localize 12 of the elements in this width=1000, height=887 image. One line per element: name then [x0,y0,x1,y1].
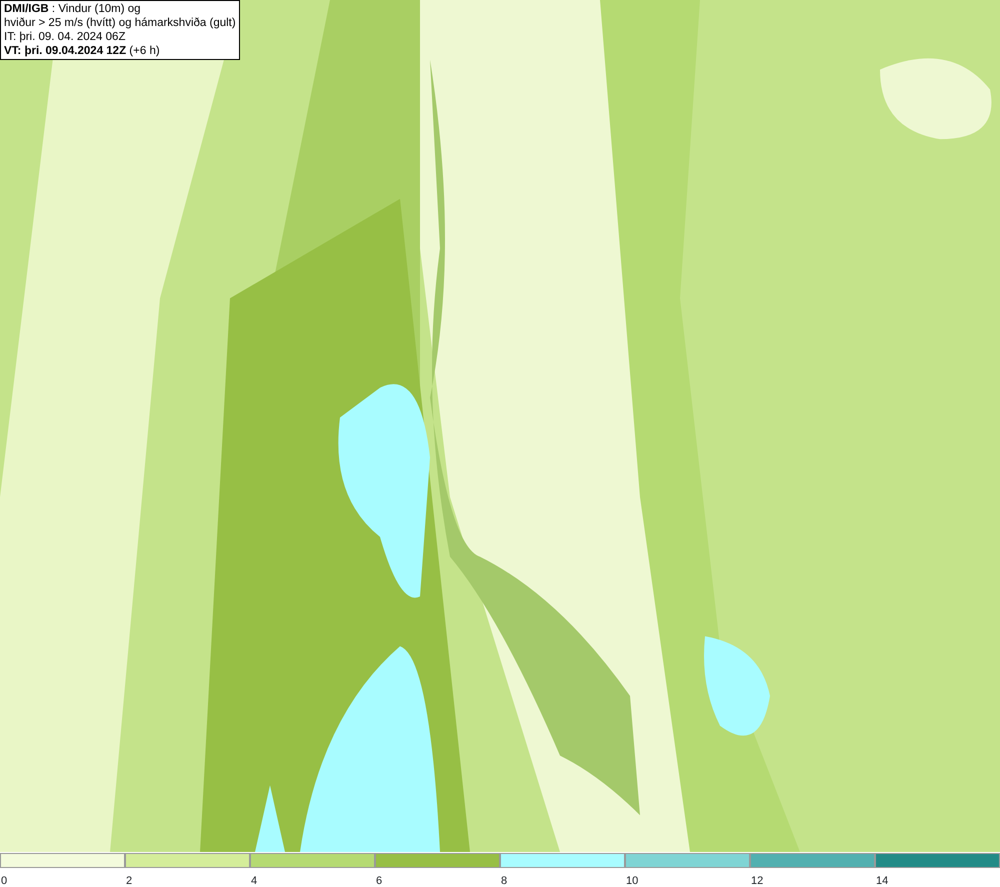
legend-label: 2 [125,875,132,887]
info-line: DMI/IGB : Vindur (10m) og [4,2,142,16]
info-line: hviður > 25 m/s (hvítt) og hámarkshviða (gult) [4,16,236,30]
legend-label: 12 [750,875,764,887]
legend-label: 8 [500,875,508,887]
legend-label: 6 [375,875,382,887]
legend-label: 14 [875,875,888,887]
legend-label: 4 [250,875,258,887]
info-line: IT: þri. 09. 04. 2024 06Z [4,30,126,44]
legend-label: 10 [625,875,638,887]
info-line: VT: þri. 09.04.2024 12Z (+6 h) [4,44,161,58]
legend-label: 0 [0,875,8,887]
